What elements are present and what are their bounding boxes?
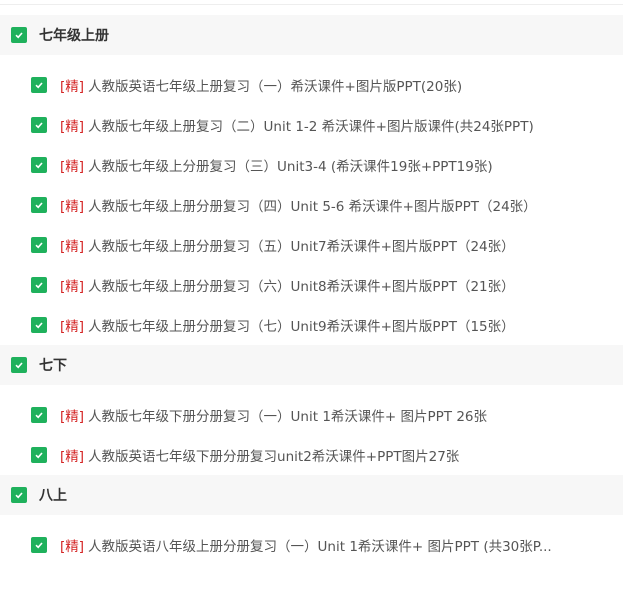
section-checkbox[interactable] <box>11 27 27 43</box>
item-checkbox[interactable] <box>31 447 47 463</box>
section-checkbox[interactable] <box>11 487 27 503</box>
list-item[interactable]: [精] 人教版七年级下册分册复习（一）Unit 1希沃课件+ 图片PPT 26张 <box>0 395 623 435</box>
item-checkbox[interactable] <box>31 157 47 173</box>
list-item[interactable]: [精] 人教版英语七年级下册分册复习unit2希沃课件+PPT图片27张 <box>0 435 623 475</box>
item-title[interactable]: 人教版七年级上册分册复习（六）Unit8希沃课件+图片版PPT（21张） <box>88 275 515 295</box>
featured-tag: [精] <box>60 119 85 135</box>
divider <box>0 4 623 5</box>
section-header: 七下 <box>0 345 623 385</box>
item-title[interactable]: 人教版七年级下册分册复习（一）Unit 1希沃课件+ 图片PPT 26张 <box>88 405 487 425</box>
list-item[interactable]: [精] 人教版英语七年级上册复习（一）希沃课件+图片版PPT(20张) <box>0 65 623 105</box>
section-title: 八上 <box>39 488 67 504</box>
list-item[interactable]: [精] 人教版英语八年级上册分册复习（一）Unit 1希沃课件+ 图片PPT (共… <box>0 525 623 565</box>
item-title[interactable]: 人教版七年级上册复习（二）Unit 1-2 希沃课件+图片版课件(共24张PPT… <box>88 115 534 135</box>
item-checkbox[interactable] <box>31 407 47 423</box>
section-title: 七年级上册 <box>39 28 109 44</box>
featured-tag: [精] <box>60 539 85 555</box>
item-checkbox[interactable] <box>31 197 47 213</box>
list-item[interactable]: [精] 人教版七年级上册分册复习（五）Unit7希沃课件+图片版PPT（24张） <box>0 225 623 265</box>
item-title[interactable]: 人教版七年级上册分册复习（五）Unit7希沃课件+图片版PPT（24张） <box>88 235 515 255</box>
featured-tag: [精] <box>60 199 85 215</box>
item-checkbox[interactable] <box>31 277 47 293</box>
item-checkbox[interactable] <box>31 317 47 333</box>
item-title[interactable]: 人教版英语七年级上册复习（一）希沃课件+图片版PPT(20张) <box>88 75 462 95</box>
list-item[interactable]: [精] 人教版七年级上册分册复习（七）Unit9希沃课件+图片版PPT（15张） <box>0 305 623 345</box>
featured-tag: [精] <box>60 449 85 465</box>
section-checkbox[interactable] <box>11 357 27 373</box>
item-title[interactable]: 人教版七年级上册分册复习（七）Unit9希沃课件+图片版PPT（15张） <box>88 315 515 335</box>
item-checkbox[interactable] <box>31 537 47 553</box>
list-item[interactable]: [精] 人教版七年级上分册复习（三）Unit3-4 (希沃课件19张+PPT19张… <box>0 145 623 185</box>
item-checkbox[interactable] <box>31 117 47 133</box>
list-item[interactable]: [精] 人教版七年级上册分册复习（四）Unit 5-6 希沃课件+图片版PPT（2… <box>0 185 623 225</box>
item-title[interactable]: 人教版七年级上分册复习（三）Unit3-4 (希沃课件19张+PPT19张) <box>88 155 493 175</box>
featured-tag: [精] <box>60 239 85 255</box>
featured-tag: [精] <box>60 79 85 95</box>
item-title[interactable]: 人教版七年级上册分册复习（四）Unit 5-6 希沃课件+图片版PPT（24张） <box>88 195 537 215</box>
item-title[interactable]: 人教版英语八年级上册分册复习（一）Unit 1希沃课件+ 图片PPT (共30张… <box>88 535 552 555</box>
section-header: 七年级上册 <box>0 15 623 55</box>
section-title: 七下 <box>39 358 67 374</box>
item-title[interactable]: 人教版英语七年级下册分册复习unit2希沃课件+PPT图片27张 <box>88 445 459 465</box>
featured-tag: [精] <box>60 279 85 295</box>
item-checkbox[interactable] <box>31 237 47 253</box>
featured-tag: [精] <box>60 319 85 335</box>
list-item[interactable]: [精] 人教版七年级上册分册复习（六）Unit8希沃课件+图片版PPT（21张） <box>0 265 623 305</box>
item-checkbox[interactable] <box>31 77 47 93</box>
featured-tag: [精] <box>60 409 85 425</box>
section-header: 八上 <box>0 475 623 515</box>
featured-tag: [精] <box>60 159 85 175</box>
list-item[interactable]: [精] 人教版七年级上册复习（二）Unit 1-2 希沃课件+图片版课件(共24张… <box>0 105 623 145</box>
